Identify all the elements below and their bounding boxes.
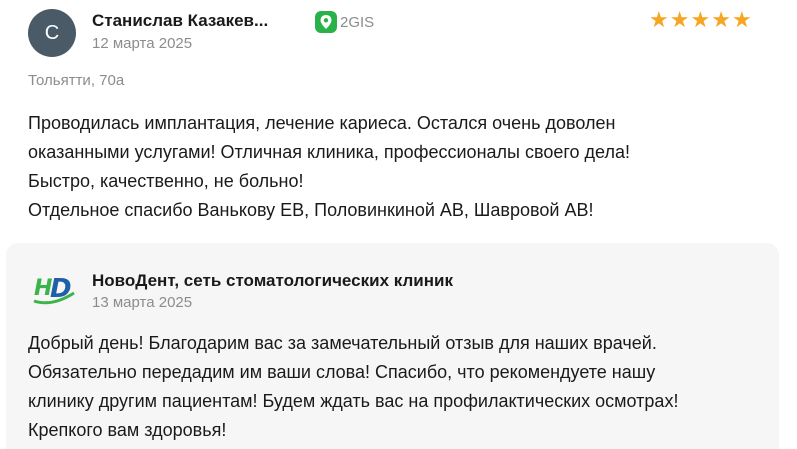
star-icon: ★: [690, 8, 711, 33]
reply-text-line: клинику другим пациентам! Будем ждать ва…: [28, 391, 679, 411]
reply-text-line: Добрый день! Благодарим вас за замечател…: [28, 333, 657, 353]
review-author-name[interactable]: Станислав Казакев...: [92, 11, 268, 31]
review-date: 12 марта 2025: [92, 35, 193, 52]
svg-text:D: D: [50, 274, 72, 304]
star-icon: ★: [649, 8, 669, 33]
review-source: 2GIS: [315, 11, 374, 33]
reply-date: 13 марта 2025: [92, 294, 193, 311]
review-text: Проводилась имплантация, лечение кариеса…: [28, 109, 768, 225]
review-text-line: Отдельное спасибо Ванькову ЕВ, Половинки…: [28, 200, 594, 220]
avatar-letter: С: [44, 21, 60, 44]
reply-text-line: Крепкого вам здоровья!: [28, 420, 227, 440]
rating-stars: ★ ★ ★ ★ ★: [649, 8, 752, 34]
reply-text: Добрый день! Благодарим вас за замечател…: [28, 329, 773, 445]
2gis-pin-icon: [315, 11, 337, 33]
review-location: Тольятти, 70а: [28, 72, 125, 89]
reply-text-line: Обязательно передадим им ваши слова! Спа…: [28, 362, 656, 382]
review-text-line: Быстро, качественно, не больно!: [28, 171, 304, 191]
review-text-line: оказанными услугами! Отличная клиника, п…: [28, 142, 630, 162]
review-card: С Станислав Казакев... 12 марта 2025 2GI…: [0, 0, 797, 449]
avatar: С: [28, 9, 76, 57]
company-reply: H D НовоДент, сеть стоматологических кли…: [6, 243, 779, 449]
source-label: 2GIS: [340, 13, 375, 31]
star-icon: ★: [669, 8, 690, 33]
reply-author-name[interactable]: НовоДент, сеть стоматологических клиник: [92, 271, 453, 291]
star-icon: ★: [731, 8, 752, 33]
novodent-logo: H D: [30, 271, 78, 307]
star-icon: ★: [711, 8, 731, 33]
review-text-line: Проводилась имплантация, лечение кариеса…: [28, 113, 616, 133]
